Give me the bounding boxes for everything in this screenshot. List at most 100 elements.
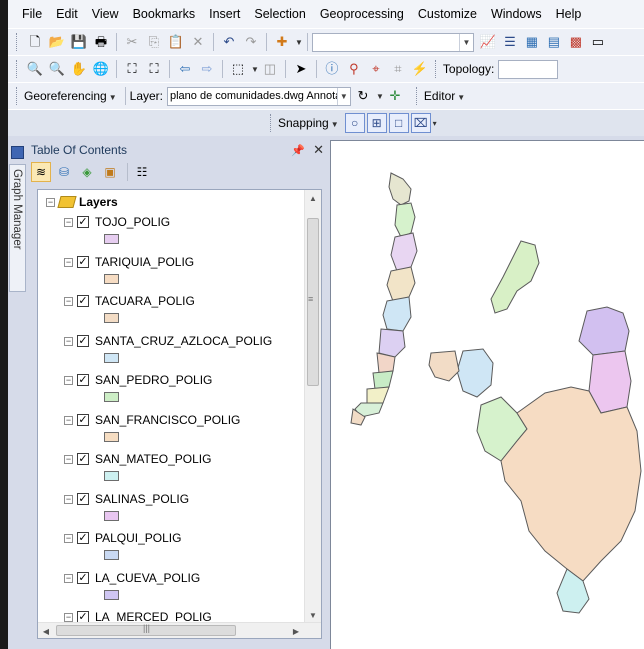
layer-visibility-checkbox[interactable]: ✓ (77, 216, 89, 228)
layer-visibility-checkbox[interactable]: ✓ (77, 374, 89, 386)
georeferencing-menu[interactable]: Georeferencing ▼ (24, 89, 117, 103)
point-snapping-icon[interactable]: ○ (344, 113, 365, 133)
scroll-down-icon[interactable]: ▼ (305, 607, 321, 623)
collapse-icon[interactable]: − (64, 375, 73, 385)
collapse-icon[interactable]: − (64, 454, 73, 464)
rotate-icon[interactable]: ↻ (355, 88, 371, 104)
identify-icon[interactable]: ⓘ (324, 61, 340, 77)
layer-row[interactable]: − ✓ SAN_FRANCISCO_POLIG (64, 412, 240, 428)
menu-customize[interactable]: Customize (418, 7, 477, 21)
layer-symbol-swatch[interactable] (104, 392, 119, 402)
collapse-icon[interactable]: − (64, 494, 73, 504)
paste-icon[interactable]: 📋 (168, 34, 184, 50)
layer-symbol-swatch[interactable] (104, 550, 119, 560)
chevron-down-icon[interactable]: ▼ (336, 87, 350, 105)
add-control-points-icon[interactable]: ✛ (387, 88, 403, 104)
layer-name[interactable]: SAN_PEDRO_POLIG (95, 373, 212, 387)
end-snapping-icon[interactable]: ⊞ (366, 113, 387, 133)
collapse-icon[interactable]: − (64, 296, 73, 306)
chevron-down-icon[interactable]: ▼ (458, 33, 473, 51)
layer-row[interactable]: − ✓ LA_CUEVA_POLIG (64, 570, 200, 586)
back-arrow-icon[interactable]: ⇦ (177, 61, 193, 77)
graph-manager-tab[interactable]: Graph Manager (9, 164, 26, 292)
forward-arrow-icon[interactable]: ⇨ (199, 61, 215, 77)
vertex-snapping-icon[interactable]: □ (388, 113, 409, 133)
horizontal-scrollbar[interactable]: ◀ ||| ▶ (38, 622, 321, 638)
layer-visibility-checkbox[interactable]: ✓ (77, 572, 89, 584)
editor-toolbar-icon[interactable]: 📈 (480, 34, 496, 50)
layer-visibility-checkbox[interactable]: ✓ (77, 453, 89, 465)
layer-symbol-swatch[interactable] (104, 511, 119, 521)
menu-insert[interactable]: Insert (209, 7, 240, 21)
layer-visibility-checkbox[interactable]: ✓ (77, 295, 89, 307)
new-document-icon[interactable]: 🗋 (27, 34, 43, 50)
layer-visibility-checkbox[interactable]: ✓ (77, 256, 89, 268)
layers-root[interactable]: − Layers (46, 194, 118, 210)
collapse-icon[interactable]: − (64, 415, 73, 425)
list-by-visibility-icon[interactable]: ◈ (77, 162, 97, 182)
python-window-icon[interactable]: ▭ (590, 34, 606, 50)
catalog-icon[interactable]: ▦ (524, 34, 540, 50)
layer-row[interactable]: − ✓ SALINAS_POLIG (64, 491, 189, 507)
list-by-source-icon[interactable]: ⛁ (54, 162, 74, 182)
layer-row[interactable]: − ✓ SAN_MATEO_POLIG (64, 451, 211, 467)
save-icon[interactable]: 💾 (71, 34, 87, 50)
layer-symbol-swatch[interactable] (104, 313, 119, 323)
topology-combo[interactable] (498, 59, 559, 79)
layer-row[interactable]: − ✓ TARIQUIA_POLIG (64, 254, 194, 270)
menu-bookmarks[interactable]: Bookmarks (133, 7, 196, 21)
layer-name[interactable]: PALQUI_POLIG (95, 531, 181, 545)
list-by-selection-icon[interactable]: ▣ (100, 162, 120, 182)
select-elements-icon[interactable]: ➤ (293, 61, 309, 77)
toolbar-grip[interactable] (16, 33, 19, 51)
collapse-icon[interactable]: − (64, 217, 73, 227)
layer-row[interactable]: − ✓ SAN_PEDRO_POLIG (64, 372, 212, 388)
scroll-left-icon[interactable]: ◀ (38, 623, 54, 638)
menu-view[interactable]: View (92, 7, 119, 21)
cut-icon[interactable]: ✂ (124, 34, 140, 50)
pin-icon[interactable]: 📌 (291, 144, 305, 157)
layer-row[interactable]: − ✓ PALQUI_POLIG (64, 530, 181, 546)
clear-selection-icon[interactable]: ◫ (262, 61, 278, 77)
layer-visibility-checkbox[interactable]: ✓ (77, 335, 89, 347)
collapse-icon[interactable]: − (64, 533, 73, 543)
layer-name[interactable]: SAN_FRANCISCO_POLIG (95, 413, 240, 427)
scroll-right-icon[interactable]: ▶ (288, 623, 304, 638)
menu-selection[interactable]: Selection (254, 7, 305, 21)
zoom-in-icon[interactable]: 🔍 (27, 61, 43, 77)
toolbar-grip[interactable] (16, 60, 19, 78)
list-by-drawing-order-icon[interactable]: ≋ (31, 162, 51, 182)
menu-help[interactable]: Help (556, 7, 582, 21)
collapse-icon[interactable]: − (46, 197, 55, 207)
layer-row[interactable]: − ✓ TACUARA_POLIG (64, 293, 195, 309)
editor-menu[interactable]: Editor ▼ (424, 89, 465, 103)
map-display[interactable] (330, 140, 644, 649)
table-of-contents-icon[interactable]: ☰ (502, 34, 518, 50)
layer-name[interactable]: SAN_MATEO_POLIG (95, 452, 211, 466)
edge-snapping-icon[interactable]: ⌧ (410, 113, 431, 133)
collapse-icon[interactable]: − (64, 257, 73, 267)
menu-edit[interactable]: Edit (56, 7, 78, 21)
delete-icon[interactable]: ✕ (190, 34, 206, 50)
options-icon[interactable]: ☷ (132, 162, 152, 182)
layer-symbol-swatch[interactable] (104, 471, 119, 481)
go-to-xy-icon[interactable]: ⌖ (368, 61, 384, 77)
layer-row[interactable]: − ✓ TOJO_POLIG (64, 214, 170, 230)
map-scale-combo[interactable]: ▼ (311, 32, 474, 52)
add-data-icon[interactable]: ✚ (274, 34, 290, 50)
print-icon[interactable]: 🖶 (93, 34, 109, 50)
menu-file[interactable]: File (22, 7, 42, 21)
layer-visibility-checkbox[interactable]: ✓ (77, 414, 89, 426)
layer-visibility-checkbox[interactable]: ✓ (77, 532, 89, 544)
zoom-out-icon[interactable]: 🔍 (49, 61, 65, 77)
chevron-down-icon[interactable]: ▾ (433, 119, 437, 128)
hyperlink-icon[interactable]: ⚡ (412, 61, 428, 77)
layer-symbol-swatch[interactable] (104, 274, 119, 284)
collapse-icon[interactable]: − (64, 612, 73, 622)
layer-name[interactable]: TARIQUIA_POLIG (95, 255, 194, 269)
redo-icon[interactable]: ↷ (243, 34, 259, 50)
toolbar-grip[interactable] (270, 114, 273, 132)
copy-icon[interactable]: ⎘ (146, 34, 162, 50)
menu-geoprocessing[interactable]: Geoprocessing (320, 7, 404, 21)
arctoolbox-icon[interactable]: ▩ (568, 34, 584, 50)
